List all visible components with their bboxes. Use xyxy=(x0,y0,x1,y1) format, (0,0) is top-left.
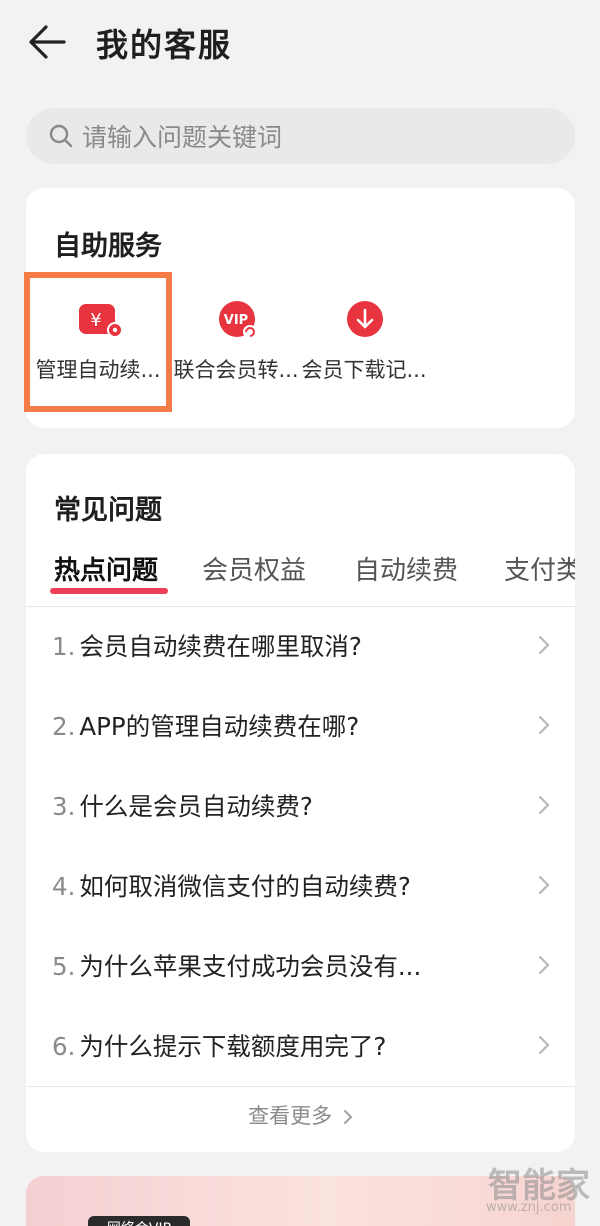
vip-tag: 网络会VIP xyxy=(88,1216,190,1226)
tab-member-benefits[interactable]: 会员权益 xyxy=(202,550,306,587)
faq-item[interactable]: 3. 什么是会员自动续费? xyxy=(26,766,575,846)
arrow-left-icon xyxy=(29,25,66,59)
download-icon xyxy=(345,300,383,338)
chevron-right-icon xyxy=(538,795,550,815)
svg-text:¥: ¥ xyxy=(90,310,101,331)
chevron-right-icon xyxy=(538,1035,550,1055)
service-download-records[interactable]: 会员下载记... xyxy=(298,300,430,384)
page-title: 我的客服 xyxy=(96,26,233,64)
service-label: 会员下载记... xyxy=(301,358,427,382)
chevron-right-icon xyxy=(538,955,550,975)
yuan-settings-icon: ¥ xyxy=(79,300,123,338)
faq-item[interactable]: 4. 如何取消微信支付的自动续费? xyxy=(26,846,575,926)
service-label: 管理自动续... xyxy=(35,358,161,382)
service-label: 联合会员转... xyxy=(173,358,299,382)
faq-tabs: 热点问题 会员权益 自动续费 支付类 xyxy=(50,550,575,598)
chevron-right-icon xyxy=(343,1110,353,1124)
search-icon xyxy=(49,124,73,148)
chevron-right-icon xyxy=(538,875,550,895)
faq-item[interactable]: 5. 为什么苹果支付成功会员没有... xyxy=(26,926,575,1006)
chevron-right-icon xyxy=(538,715,550,735)
self-service-card: 自助服务 ¥ 管理自动续... VIP 联合会员转... 会员下载记... xyxy=(24,188,575,428)
chevron-right-icon xyxy=(538,635,550,655)
self-service-title: 自助服务 xyxy=(54,231,162,262)
faq-item[interactable]: 2. APP的管理自动续费在哪? xyxy=(26,686,575,766)
search-input[interactable] xyxy=(80,116,554,158)
search-bar[interactable] xyxy=(26,108,575,164)
svg-text:VIP: VIP xyxy=(224,313,248,328)
service-manage-auto-renew[interactable]: ¥ 管理自动续... xyxy=(32,300,164,384)
faq-item[interactable]: 6. 为什么提示下载额度用完了? xyxy=(26,1006,575,1086)
tab-payment[interactable]: 支付类 xyxy=(504,550,575,587)
back-button[interactable] xyxy=(26,22,68,62)
active-tab-underline xyxy=(50,588,168,594)
faq-card: 常见问题 热点问题 会员权益 自动续费 支付类 1. 会员自动续费在哪里取消? 2… xyxy=(26,454,575,1152)
tab-hot-questions[interactable]: 热点问题 xyxy=(50,550,168,594)
watermark-url: www.znj.com xyxy=(486,1200,572,1215)
view-more-link[interactable]: 查看更多 xyxy=(26,1100,575,1130)
divider xyxy=(26,1086,575,1087)
customer-service-page: 我的客服 自助服务 ¥ 管理自动续... xyxy=(0,0,600,1226)
faq-title: 常见问题 xyxy=(54,495,162,526)
service-vip-transfer[interactable]: VIP 联合会员转... xyxy=(170,300,302,384)
header: 我的客服 xyxy=(0,0,600,84)
tab-auto-renewal[interactable]: 自动续费 xyxy=(354,550,458,587)
faq-item[interactable]: 1. 会员自动续费在哪里取消? xyxy=(26,606,575,686)
vip-transfer-icon: VIP xyxy=(217,300,257,339)
